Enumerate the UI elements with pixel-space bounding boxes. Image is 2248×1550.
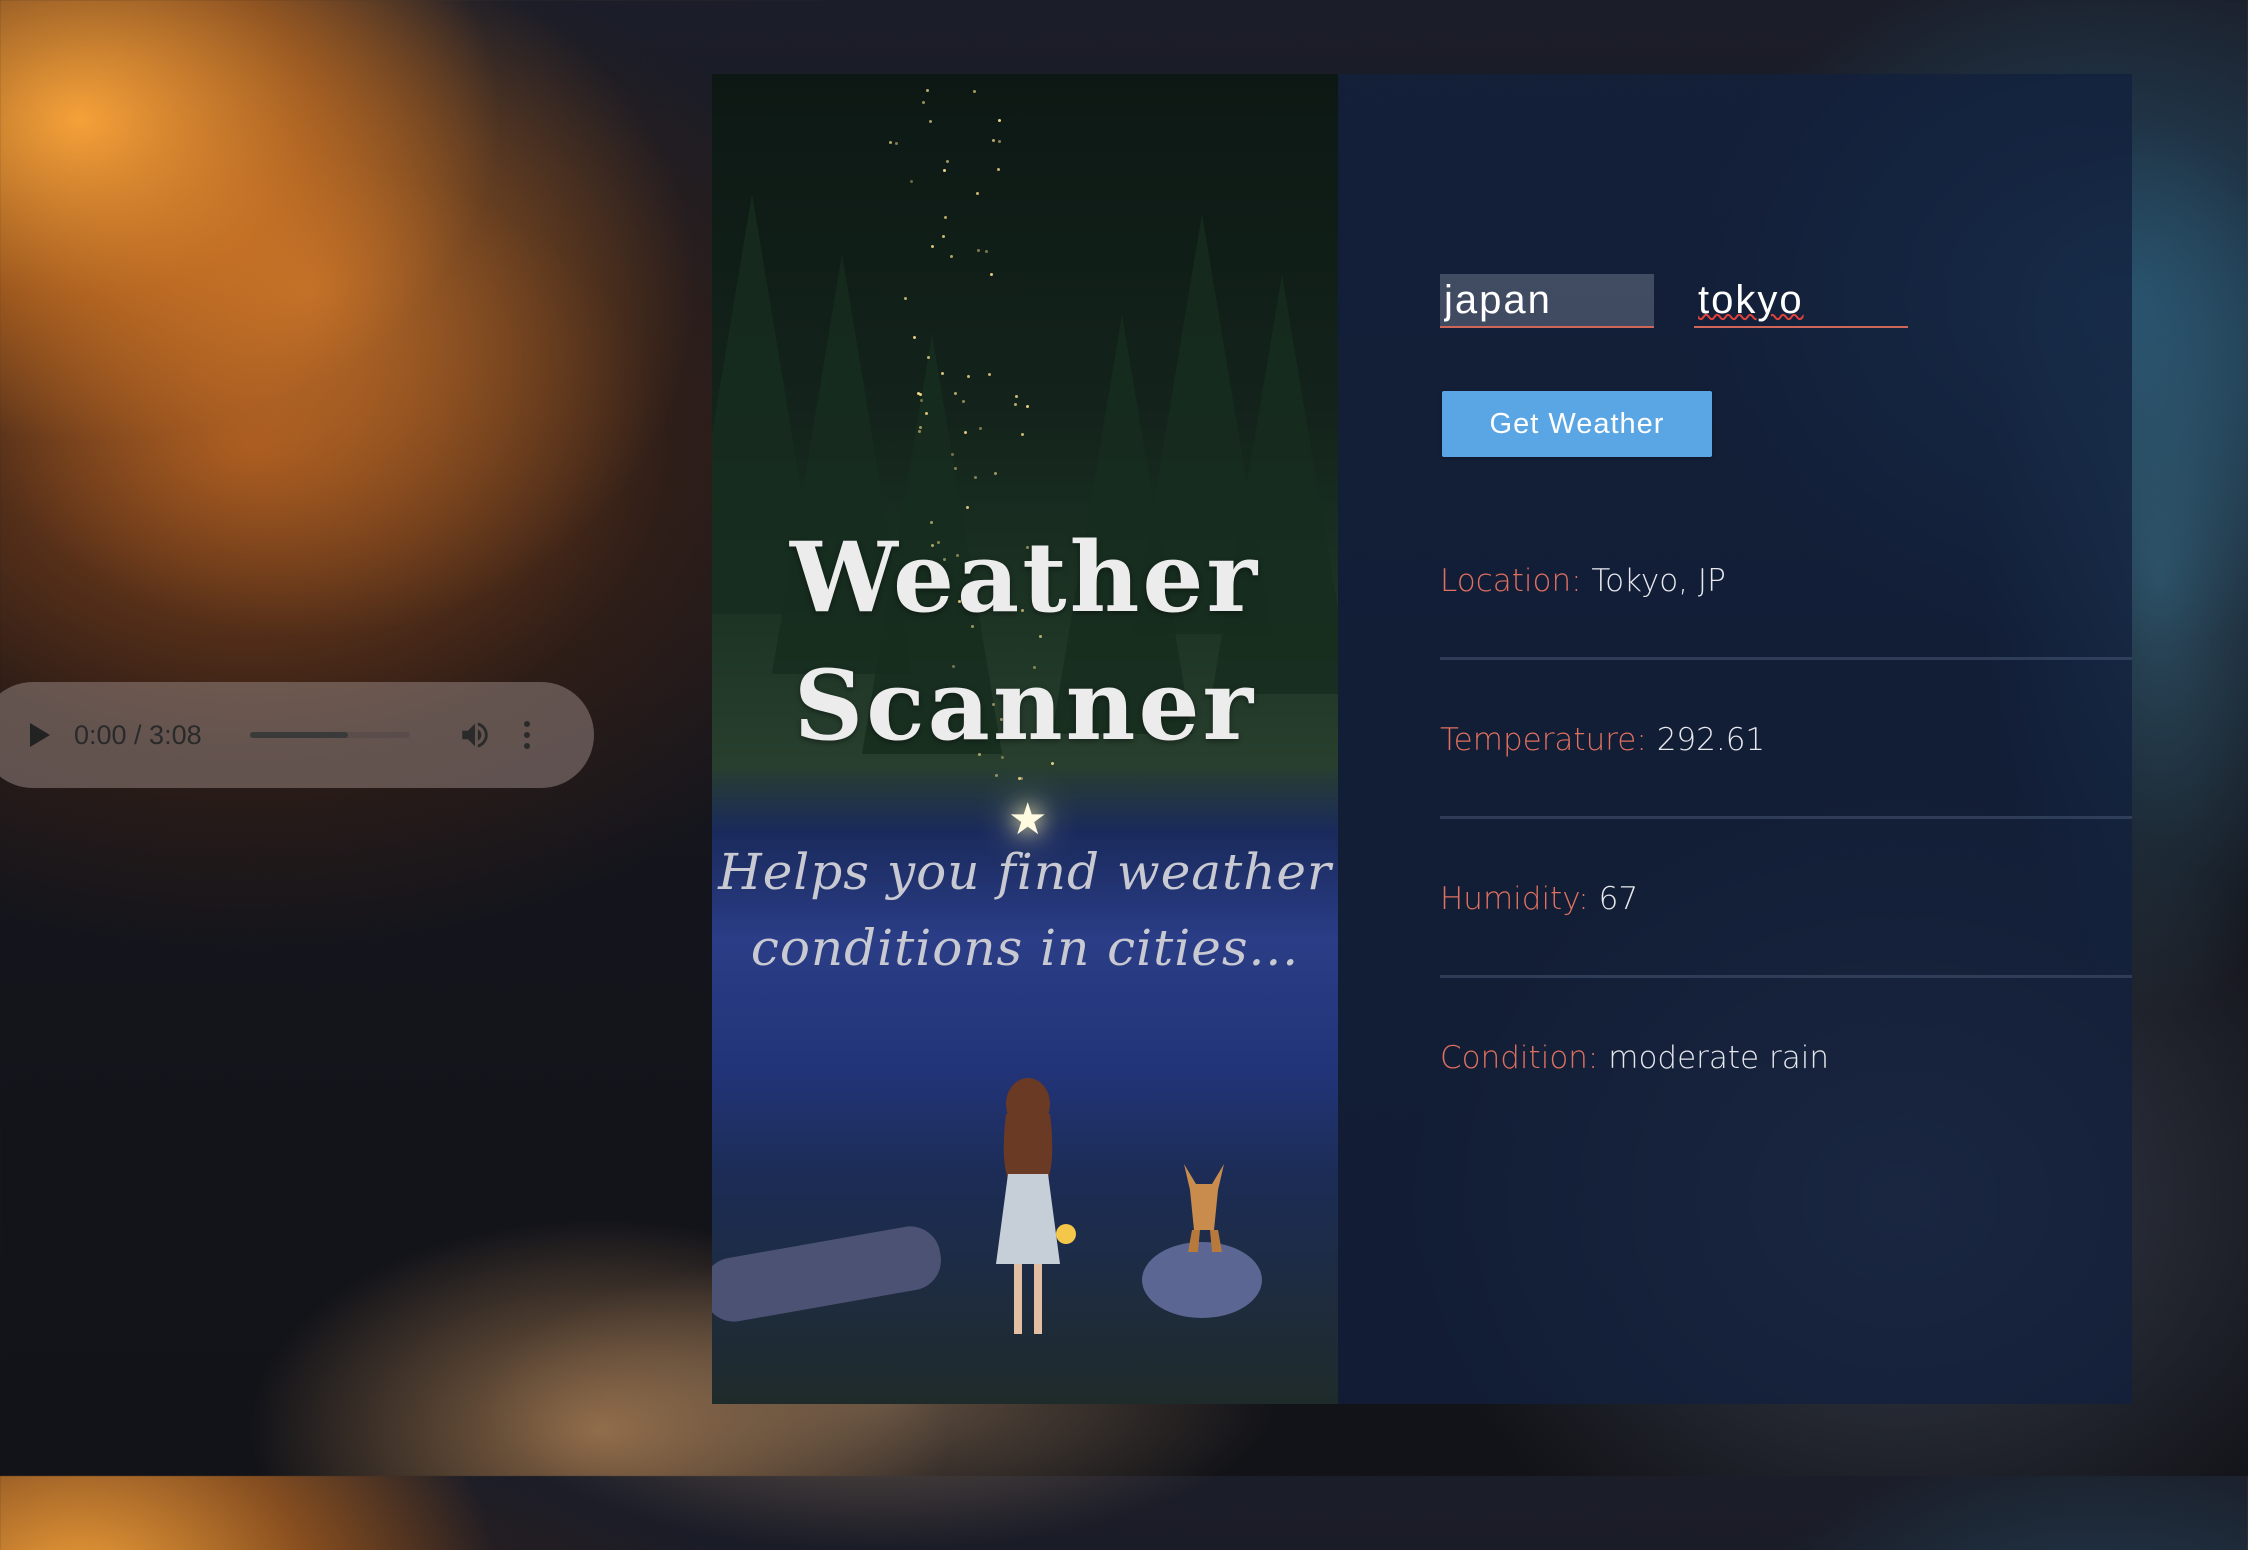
result-row-condition: Condition: moderate rain (1440, 978, 2132, 1137)
firefly-dot (940, 371, 944, 375)
firefly-dot (943, 216, 947, 220)
firefly-dot (985, 249, 989, 253)
firefly-dot (994, 773, 998, 777)
audio-progress-fill (250, 732, 348, 738)
firefly-dot (889, 141, 893, 145)
firefly-dot (997, 168, 1001, 172)
firefly-dot (903, 296, 907, 300)
firefly-dot (961, 399, 965, 403)
condition-value: moderate rain (1608, 1040, 1829, 1076)
firefly-dot (966, 374, 970, 378)
firefly-dot (918, 425, 922, 429)
firefly-dot (942, 234, 946, 238)
firefly-dot (992, 138, 996, 142)
title-line-2: Scanner (793, 649, 1257, 762)
humidity-label: Humidity: (1440, 881, 1589, 917)
log-shape (712, 1221, 946, 1327)
audio-time-display: 0:00 / 3:08 (74, 719, 202, 750)
country-input[interactable] (1440, 274, 1654, 328)
firefly-dot (997, 139, 1001, 143)
firefly-dot (912, 335, 916, 339)
audio-player[interactable]: 0:00 / 3:08 (0, 682, 594, 788)
result-row-location: Location: Tokyo, JP (1440, 501, 2132, 660)
firefly-dot (922, 100, 926, 104)
background-sunset-glow (0, 0, 700, 640)
firefly-dot (942, 168, 946, 172)
firefly-dot (895, 142, 899, 145)
firefly-dot (1014, 394, 1018, 398)
firefly-dot (997, 119, 1001, 123)
subtitle-line-2: conditions in cities... (750, 919, 1300, 977)
temperature-label: Temperature: (1440, 722, 1647, 758)
condition-label: Condition: (1440, 1040, 1599, 1076)
location-value: Tokyo, JP (1591, 563, 1726, 599)
audio-progress-slider[interactable] (250, 732, 410, 738)
girl-figure (996, 1078, 1076, 1334)
volume-icon[interactable] (458, 718, 492, 752)
play-icon[interactable] (30, 723, 50, 747)
get-weather-button[interactable]: Get Weather (1442, 391, 1712, 457)
city-input[interactable] (1694, 274, 1908, 328)
result-row-temperature: Temperature: 292.61 (1440, 660, 2132, 819)
firefly-dot (976, 192, 980, 196)
humidity-value: 67 (1598, 881, 1639, 917)
firefly-dot (949, 254, 953, 258)
firefly-dot (1025, 404, 1029, 408)
firefly-dot (973, 89, 977, 93)
firefly-dot (976, 248, 980, 252)
firefly-dot (1020, 433, 1024, 437)
firefly-dot (917, 429, 921, 433)
result-row-humidity: Humidity: 67 (1440, 819, 2132, 978)
hero-illustration: ★ Weather Scanner Helps you find weather… (712, 74, 1338, 1404)
firefly-dot (931, 245, 935, 249)
firefly-dot (953, 391, 957, 395)
firefly-dot (909, 179, 913, 183)
app-title: Weather Scanner (712, 514, 1338, 770)
search-inputs (1440, 274, 1908, 328)
firefly-dot (1014, 403, 1018, 407)
subtitle-line-1: Helps you find weather (718, 843, 1332, 901)
firefly-dot (925, 88, 929, 92)
app-subtitle: Helps you find weather conditions in cit… (712, 834, 1338, 986)
firefly-dot (929, 120, 933, 124)
more-vert-icon[interactable] (524, 721, 530, 749)
location-label: Location: (1440, 563, 1582, 599)
fox-figure (1184, 1164, 1224, 1252)
weather-panel: Get Weather Location: Tokyo, JP Temperat… (1338, 74, 2132, 1404)
temperature-value: 292.61 (1656, 722, 1766, 758)
firefly-dot (990, 273, 994, 277)
firefly-dot (945, 160, 949, 164)
title-line-1: Weather (789, 521, 1261, 634)
firefly-dot (1020, 777, 1024, 781)
